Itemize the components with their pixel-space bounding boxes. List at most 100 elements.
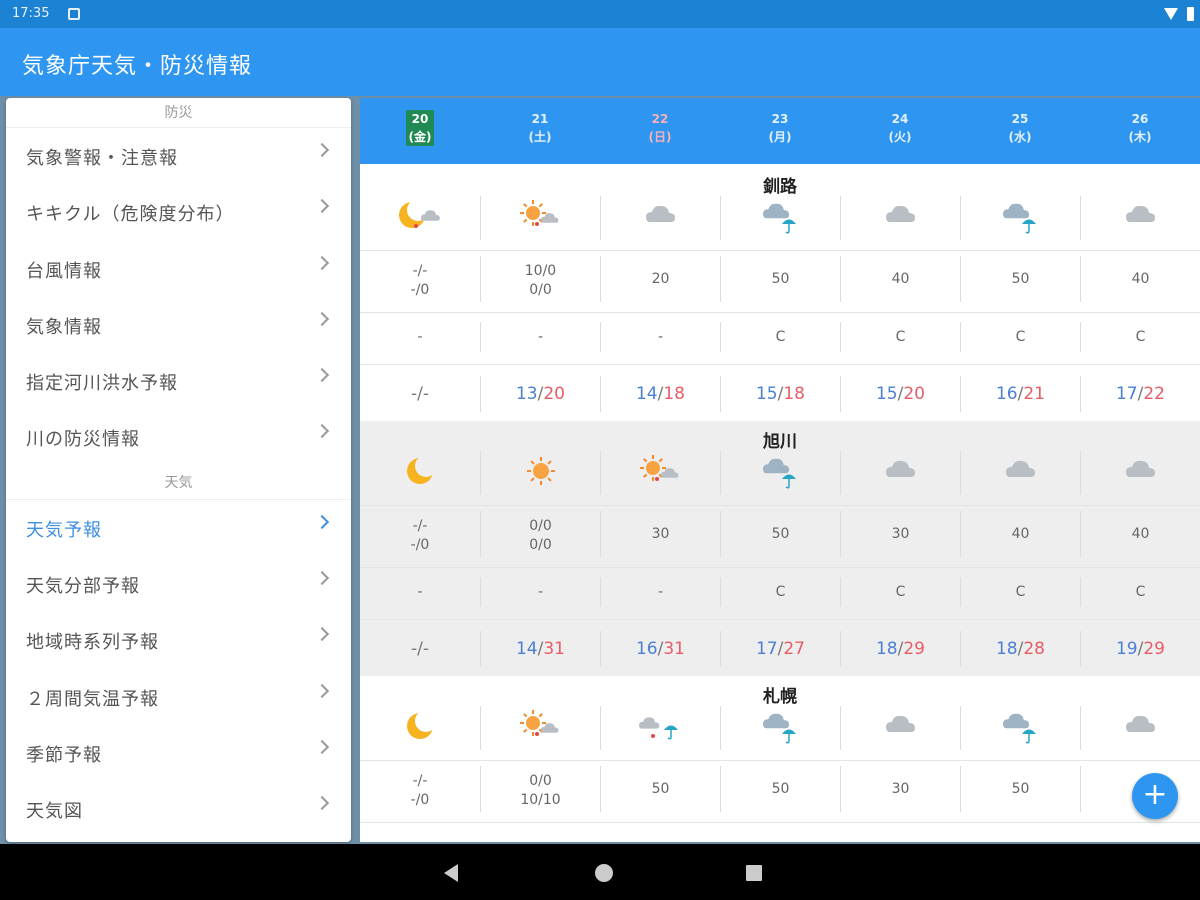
menu-item[interactable]: 天気図 <box>6 781 351 837</box>
moon-icon <box>390 451 450 491</box>
system-nav-bar <box>0 844 1200 900</box>
menu-item[interactable]: 天気分部予報 <box>6 556 351 612</box>
weather-cell <box>360 451 480 495</box>
chevron-right-icon <box>314 739 330 755</box>
max-temp: 27 <box>783 639 805 659</box>
reliability-cell: C <box>840 577 960 607</box>
precipitation-value: 50 <box>771 271 790 287</box>
row-divider <box>360 822 1200 823</box>
menu-item-label: 気象警報・注意報 <box>26 148 178 169</box>
date-header: 20 (金) 21 (土) 22 (日) 23 (月) 24 (火) 25 (水) 26 (木) <box>360 98 1200 164</box>
chevron-right-icon <box>314 571 330 586</box>
menu-item[interactable]: 台風情報 <box>6 241 351 297</box>
reliability-cell: - <box>600 322 720 352</box>
chevron-right-icon <box>314 683 330 698</box>
precipitation-value: -/- <box>412 518 428 534</box>
row-divider <box>360 364 1200 365</box>
temperature-cell: 13/20 <box>480 376 600 412</box>
menu-item[interactable]: 指定河川洪水予報 <box>6 353 351 409</box>
cloud-icon <box>1111 451 1171 491</box>
city-name: 釧路 <box>763 177 797 197</box>
temperature-cell: 18/28 <box>960 631 1080 667</box>
date-label: 26 (木) <box>1128 112 1152 144</box>
weather-cell <box>960 196 1080 240</box>
precipitation-value: -/- <box>412 773 428 789</box>
menu-item[interactable]: ２周間気温予報 <box>6 669 351 725</box>
precipitation-cell: 50 <box>720 256 840 302</box>
forecast-table[interactable]: 20 (金) 21 (土) 22 (日) 23 (月) 24 (火) 25 (水) 26 (木) 釧路 -/… <box>360 98 1200 842</box>
recent-apps-icon[interactable] <box>746 865 762 881</box>
weather-cell <box>720 196 840 240</box>
max-temp: 22 <box>1143 384 1165 404</box>
menu-item-label: 地域時系列予報 <box>26 632 159 654</box>
chevron-right-icon <box>314 311 330 326</box>
precipitation-cell: 10/0 0/0 <box>480 256 600 302</box>
precipitation-value: 50 <box>1011 271 1030 287</box>
chevron-right-icon <box>314 142 330 158</box>
temperature-cell: 15/18 <box>720 376 840 412</box>
max-temp: 21 <box>1023 384 1045 404</box>
max-temp: 18 <box>783 384 805 404</box>
row-divider <box>360 567 1200 568</box>
menu-item[interactable]: キキクル（危険度分布） <box>6 184 351 240</box>
city-name: 旭川 <box>763 432 797 452</box>
menu-item[interactable]: 気象情報 <box>6 297 351 353</box>
home-icon[interactable] <box>595 864 613 882</box>
cloud-rain-icon <box>751 451 811 491</box>
menu-item[interactable]: 季節予報 <box>6 725 351 781</box>
reliability-cell: C <box>960 577 1080 607</box>
precipitation-value: 40 <box>1011 526 1030 542</box>
chevron-right-icon <box>314 796 330 811</box>
menu-item-label: 指定河川洪水予報 <box>26 373 178 395</box>
precipitation-value: 30 <box>891 526 910 542</box>
min-temp: 16 <box>635 639 658 659</box>
cloud-icon <box>871 451 931 491</box>
temperature-cell: 14/18 <box>600 376 720 412</box>
max-temp: 20 <box>543 384 565 404</box>
weather-cell <box>1080 706 1200 750</box>
min-temp: 14 <box>515 639 538 659</box>
temperature-cell: 16/31 <box>600 631 720 667</box>
weather-icon-row <box>360 196 1200 240</box>
reliability-cell: - <box>417 329 423 345</box>
precipitation-value: -/0 <box>410 792 430 808</box>
precipitation-value: -/- <box>412 263 428 279</box>
precipitation-cell: 30 <box>840 511 960 557</box>
precipitation-value: 50 <box>771 781 790 797</box>
precipitation-cell: 40 <box>1080 256 1200 302</box>
reliability-cell: - <box>480 322 600 352</box>
min-temp: 14 <box>635 384 658 404</box>
temperature-row: -/- 13/20 14/18 15/18 15/20 16/21 17/22 <box>360 376 1200 412</box>
precipitation-value: 50 <box>651 781 670 797</box>
cloud-icon <box>631 196 691 236</box>
back-icon[interactable] <box>444 864 458 882</box>
max-temp: 28 <box>1023 639 1045 659</box>
menu-item[interactable]: 気象警報・注意報 <box>6 128 351 184</box>
precipitation-cell: -/- -/0 <box>360 511 480 557</box>
menu-item[interactable]: 地域時系列予報 <box>6 612 351 668</box>
min-temp: 15 <box>755 384 778 404</box>
temperature-cell: 19/29 <box>1080 631 1200 667</box>
row-divider <box>360 312 1200 313</box>
precipitation-value: 50 <box>771 526 790 542</box>
menu-item-label: 台風情報 <box>26 260 102 282</box>
add-button[interactable]: + <box>1132 773 1178 819</box>
precipitation-row: -/- -/0 10/0 0/0 20 50 40 50 40 <box>360 256 1200 302</box>
precipitation-value: 20 <box>651 271 670 287</box>
weather-cell <box>840 451 960 495</box>
temperature-cell: 16/21 <box>960 376 1080 412</box>
menu-item[interactable]: 天気予報 <box>6 500 351 556</box>
temperature-cell: 18/29 <box>840 631 960 667</box>
city-block: 旭川 -/- -/0 0/0 0/0 30 50 30 40 40- - - C C C C -/- 14/31 1… <box>360 421 1200 676</box>
precipitation-row: -/- -/0 0/0 10/10 50 50 30 50 <box>360 766 1200 812</box>
precipitation-cell: 50 <box>720 766 840 812</box>
temperature-cell: 17/27 <box>720 631 840 667</box>
precipitation-row: -/- -/0 0/0 0/0 30 50 30 40 40 <box>360 511 1200 557</box>
battery-icon <box>1187 7 1194 21</box>
weather-cell <box>960 451 1080 495</box>
reliability-cell: - <box>480 577 600 607</box>
weather-cell <box>960 706 1080 750</box>
date-cell: 22 (日) <box>600 110 720 146</box>
moon-cloud-icon <box>390 196 450 236</box>
menu-item[interactable]: 川の防災情報 <box>6 409 351 465</box>
